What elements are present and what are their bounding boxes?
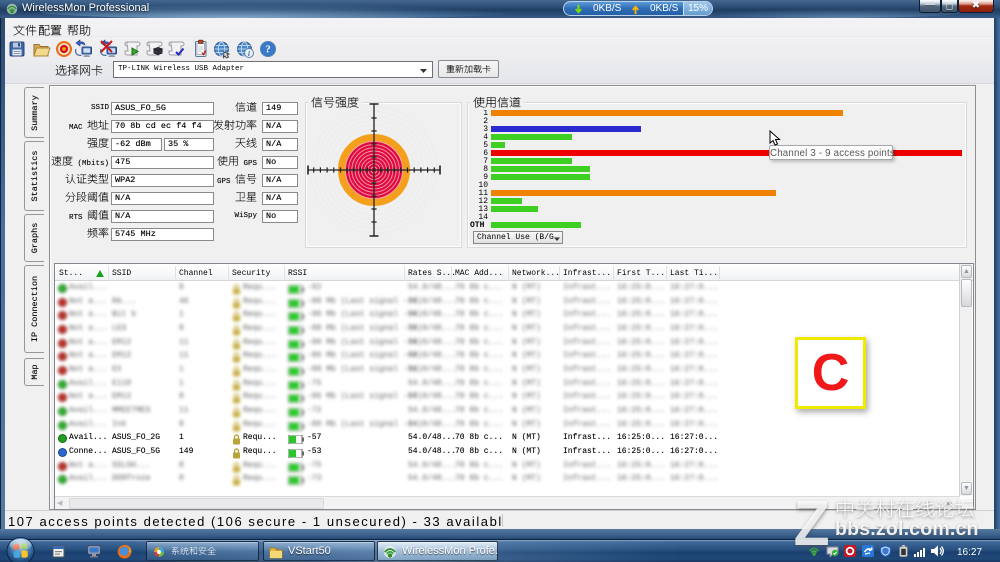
svg-text:i: i bbox=[248, 50, 250, 58]
svg-text:?: ? bbox=[265, 44, 271, 56]
